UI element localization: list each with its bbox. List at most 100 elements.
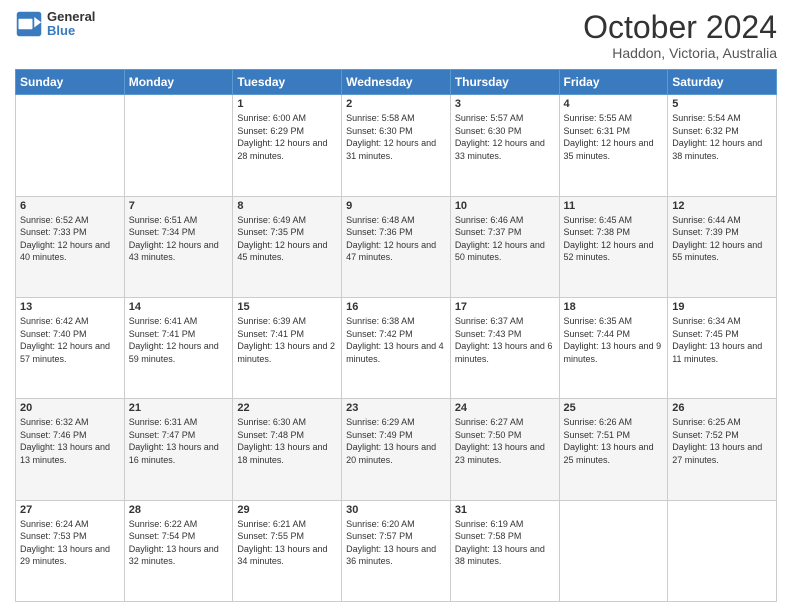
day-info: Sunrise: 6:37 AM Sunset: 7:43 PM Dayligh…	[455, 315, 555, 365]
day-number: 5	[672, 98, 772, 110]
table-row: 9 Sunrise: 6:48 AM Sunset: 7:36 PM Daylig…	[342, 196, 451, 297]
day-number: 9	[346, 200, 446, 212]
day-number: 10	[455, 200, 555, 212]
day-number: 24	[455, 402, 555, 414]
day-info: Sunrise: 6:39 AM Sunset: 7:41 PM Dayligh…	[237, 315, 337, 365]
table-row: 12 Sunrise: 6:44 AM Sunset: 7:39 PM Dayli…	[668, 196, 777, 297]
table-row: 3Sunrise: 5:57 AM Sunset: 6:30 PM Daylig…	[450, 95, 559, 196]
day-info: Sunrise: 6:20 AM Sunset: 7:57 PM Dayligh…	[346, 518, 446, 568]
table-row: 27 Sunrise: 6:24 AM Sunset: 7:53 PM Dayli…	[16, 500, 125, 601]
day-number: 18	[564, 301, 664, 313]
table-row: 11 Sunrise: 6:45 AM Sunset: 7:38 PM Dayli…	[559, 196, 668, 297]
day-info: Sunrise: 6:27 AM Sunset: 7:50 PM Dayligh…	[455, 416, 555, 466]
day-info: Sunrise: 6:48 AM Sunset: 7:36 PM Dayligh…	[346, 214, 446, 264]
day-number: 15	[237, 301, 337, 313]
day-number: 31	[455, 504, 555, 516]
table-row: 30 Sunrise: 6:20 AM Sunset: 7:57 PM Dayli…	[342, 500, 451, 601]
day-info: Sunrise: 5:54 AM Sunset: 6:32 PM Dayligh…	[672, 112, 772, 162]
table-row: 15 Sunrise: 6:39 AM Sunset: 7:41 PM Dayli…	[233, 297, 342, 398]
month-title: October 2024	[583, 10, 777, 45]
day-info: Sunrise: 5:55 AM Sunset: 6:31 PM Dayligh…	[564, 112, 664, 162]
col-saturday: Saturday	[668, 70, 777, 95]
day-info: Sunrise: 6:19 AM Sunset: 7:58 PM Dayligh…	[455, 518, 555, 568]
day-number: 6	[20, 200, 120, 212]
day-number: 30	[346, 504, 446, 516]
calendar-week-row: 20 Sunrise: 6:32 AM Sunset: 7:46 PM Dayli…	[16, 399, 777, 500]
table-row: 29Sunrise: 6:21 AM Sunset: 7:55 PM Dayli…	[233, 500, 342, 601]
day-number: 25	[564, 402, 664, 414]
day-info: Sunrise: 6:31 AM Sunset: 7:47 PM Dayligh…	[129, 416, 229, 466]
table-row: 18 Sunrise: 6:35 AM Sunset: 7:44 PM Dayli…	[559, 297, 668, 398]
day-number: 21	[129, 402, 229, 414]
day-info: Sunrise: 6:22 AM Sunset: 7:54 PM Dayligh…	[129, 518, 229, 568]
day-info: Sunrise: 6:44 AM Sunset: 7:39 PM Dayligh…	[672, 214, 772, 264]
col-wednesday: Wednesday	[342, 70, 451, 95]
day-info: Sunrise: 6:45 AM Sunset: 7:38 PM Dayligh…	[564, 214, 664, 264]
table-row: 7 Sunrise: 6:51 AM Sunset: 7:34 PM Daylig…	[124, 196, 233, 297]
table-row: 23 Sunrise: 6:29 AM Sunset: 7:49 PM Dayli…	[342, 399, 451, 500]
table-row: 24 Sunrise: 6:27 AM Sunset: 7:50 PM Dayli…	[450, 399, 559, 500]
table-row: 5 Sunrise: 5:54 AM Sunset: 6:32 PM Daylig…	[668, 95, 777, 196]
day-info: Sunrise: 6:26 AM Sunset: 7:51 PM Dayligh…	[564, 416, 664, 466]
day-info: Sunrise: 6:38 AM Sunset: 7:42 PM Dayligh…	[346, 315, 446, 365]
calendar-week-row: 6 Sunrise: 6:52 AM Sunset: 7:33 PM Daylig…	[16, 196, 777, 297]
day-number: 17	[455, 301, 555, 313]
table-row: 28 Sunrise: 6:22 AM Sunset: 7:54 PM Dayli…	[124, 500, 233, 601]
calendar-week-row: 13Sunrise: 6:42 AM Sunset: 7:40 PM Dayli…	[16, 297, 777, 398]
logo: General Blue	[15, 10, 95, 39]
table-row	[668, 500, 777, 601]
day-info: Sunrise: 5:58 AM Sunset: 6:30 PM Dayligh…	[346, 112, 446, 162]
table-row: 1 Sunrise: 6:00 AM Sunset: 6:29 PM Daylig…	[233, 95, 342, 196]
day-info: Sunrise: 6:49 AM Sunset: 7:35 PM Dayligh…	[237, 214, 337, 264]
day-number: 28	[129, 504, 229, 516]
day-number: 1	[237, 98, 337, 110]
day-info: Sunrise: 6:41 AM Sunset: 7:41 PM Dayligh…	[129, 315, 229, 365]
table-row	[559, 500, 668, 601]
table-row: 14 Sunrise: 6:41 AM Sunset: 7:41 PM Dayli…	[124, 297, 233, 398]
logo-icon	[15, 10, 43, 38]
day-number: 27	[20, 504, 120, 516]
table-row: 22Sunrise: 6:30 AM Sunset: 7:48 PM Dayli…	[233, 399, 342, 500]
table-row	[124, 95, 233, 196]
table-row: 20 Sunrise: 6:32 AM Sunset: 7:46 PM Dayli…	[16, 399, 125, 500]
table-row: 31 Sunrise: 6:19 AM Sunset: 7:58 PM Dayli…	[450, 500, 559, 601]
day-info: Sunrise: 6:24 AM Sunset: 7:53 PM Dayligh…	[20, 518, 120, 568]
day-info: Sunrise: 6:52 AM Sunset: 7:33 PM Dayligh…	[20, 214, 120, 264]
title-section: October 2024 Haddon, Victoria, Australia	[583, 10, 777, 61]
col-tuesday: Tuesday	[233, 70, 342, 95]
table-row: 13Sunrise: 6:42 AM Sunset: 7:40 PM Dayli…	[16, 297, 125, 398]
table-row: 10Sunrise: 6:46 AM Sunset: 7:37 PM Dayli…	[450, 196, 559, 297]
day-info: Sunrise: 6:35 AM Sunset: 7:44 PM Dayligh…	[564, 315, 664, 365]
day-info: Sunrise: 6:51 AM Sunset: 7:34 PM Dayligh…	[129, 214, 229, 264]
day-number: 29	[237, 504, 337, 516]
day-number: 23	[346, 402, 446, 414]
day-number: 14	[129, 301, 229, 313]
table-row: 26 Sunrise: 6:25 AM Sunset: 7:52 PM Dayli…	[668, 399, 777, 500]
day-info: Sunrise: 6:29 AM Sunset: 7:49 PM Dayligh…	[346, 416, 446, 466]
col-friday: Friday	[559, 70, 668, 95]
day-number: 20	[20, 402, 120, 414]
col-sunday: Sunday	[16, 70, 125, 95]
table-row	[16, 95, 125, 196]
table-row: 6 Sunrise: 6:52 AM Sunset: 7:33 PM Daylig…	[16, 196, 125, 297]
day-info: Sunrise: 6:00 AM Sunset: 6:29 PM Dayligh…	[237, 112, 337, 162]
table-row: 16 Sunrise: 6:38 AM Sunset: 7:42 PM Dayli…	[342, 297, 451, 398]
table-row: 8Sunrise: 6:49 AM Sunset: 7:35 PM Daylig…	[233, 196, 342, 297]
day-number: 26	[672, 402, 772, 414]
day-number: 11	[564, 200, 664, 212]
day-number: 16	[346, 301, 446, 313]
day-number: 2	[346, 98, 446, 110]
location: Haddon, Victoria, Australia	[583, 45, 777, 61]
day-number: 3	[455, 98, 555, 110]
day-info: Sunrise: 6:25 AM Sunset: 7:52 PM Dayligh…	[672, 416, 772, 466]
table-row: 21 Sunrise: 6:31 AM Sunset: 7:47 PM Dayli…	[124, 399, 233, 500]
col-monday: Monday	[124, 70, 233, 95]
calendar-week-row: 1 Sunrise: 6:00 AM Sunset: 6:29 PM Daylig…	[16, 95, 777, 196]
day-info: Sunrise: 6:30 AM Sunset: 7:48 PM Dayligh…	[237, 416, 337, 466]
logo-blue: Blue	[47, 24, 95, 38]
day-info: Sunrise: 6:34 AM Sunset: 7:45 PM Dayligh…	[672, 315, 772, 365]
day-info: Sunrise: 6:32 AM Sunset: 7:46 PM Dayligh…	[20, 416, 120, 466]
day-number: 7	[129, 200, 229, 212]
table-row: 4Sunrise: 5:55 AM Sunset: 6:31 PM Daylig…	[559, 95, 668, 196]
day-number: 12	[672, 200, 772, 212]
